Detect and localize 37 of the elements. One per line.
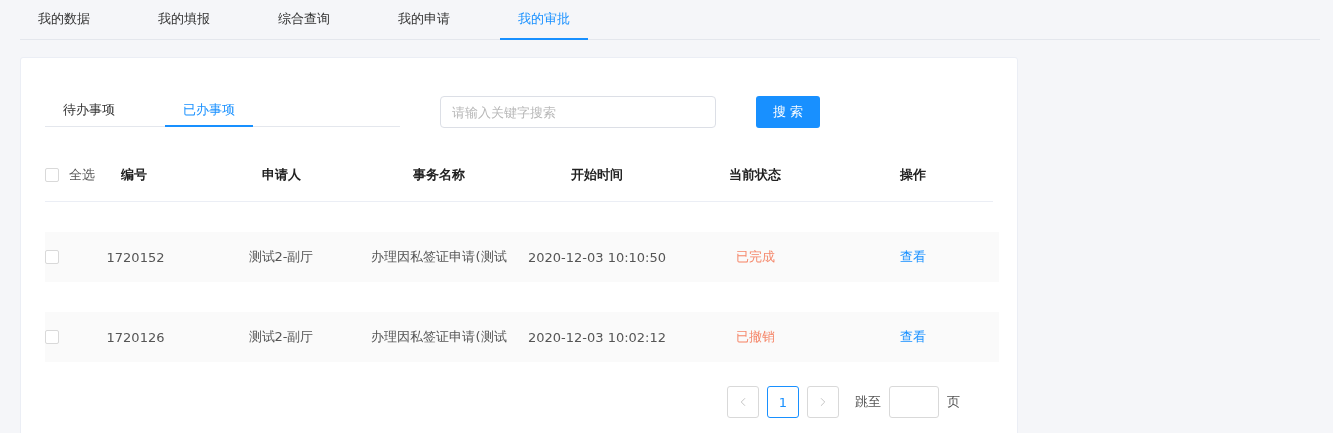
sub-tab[interactable]: 待办事项 [45,95,133,127]
search-field[interactable]: 请输入关键字搜索 [440,96,716,128]
column-header: 开始时间 [571,166,623,184]
table-cell: 办理因私签证申请(测试 [371,248,507,266]
column-header: 当前状态 [729,166,781,184]
status-text: 已完成 [735,248,775,266]
nav-tab[interactable]: 我的填报 [140,0,228,40]
next-page-button[interactable] [807,386,839,418]
table-cell: 办理因私签证申请(测试 [371,328,507,346]
table-cell: 1720152 [106,249,165,265]
sub-tab[interactable]: 已办事项 [165,95,253,127]
table-cell: 测试2-副厅 [248,328,314,346]
search-button[interactable]: 搜 索 [756,96,820,128]
row-checkbox[interactable] [45,250,59,264]
table-cell: 测试2-副厅 [248,248,314,266]
table-cell: 2020-12-03 10:02:12 [527,329,667,345]
nav-tab[interactable]: 我的数据 [20,0,108,40]
column-header: 申请人 [261,166,301,184]
page-button[interactable]: 1 [767,386,799,418]
nav-tab[interactable]: 我的审批 [500,0,588,40]
status-text: 已撤销 [735,328,775,346]
nav-tab[interactable]: 我的申请 [380,0,468,40]
column-header: 编号 [121,166,147,184]
previous-page-button[interactable] [727,386,759,418]
column-header: 事务名称 [413,166,465,184]
table-cell: 1720126 [106,329,165,345]
page-input[interactable] [889,386,939,418]
view-link[interactable]: 查看 [900,328,926,346]
view-link[interactable]: 查看 [900,248,926,266]
select-all-checkbox[interactable] [45,168,59,182]
jump-label: 跳至 [855,393,881,411]
nav-tab[interactable]: 综合查询 [260,0,348,40]
page-suffix: 页 [947,393,960,411]
column-header: 操作 [900,166,926,184]
row-checkbox[interactable] [45,330,59,344]
table-cell: 2020-12-03 10:10:50 [527,249,667,265]
select-all-label: 全选 [69,166,96,184]
